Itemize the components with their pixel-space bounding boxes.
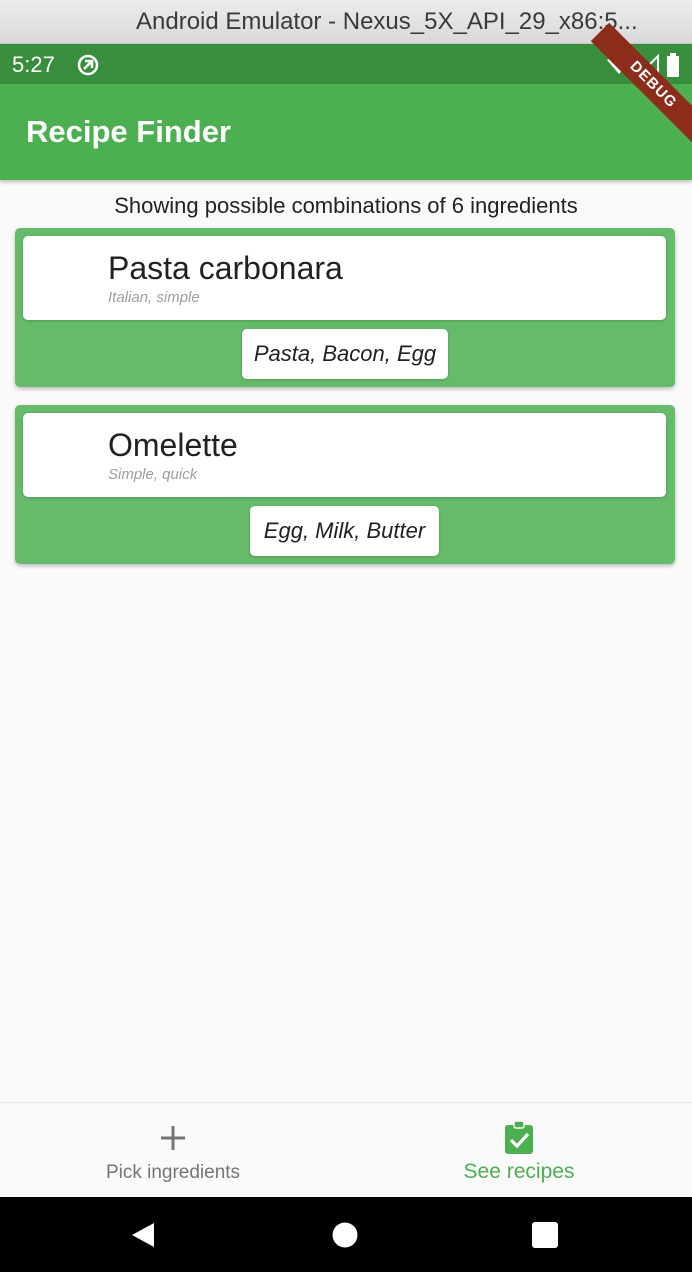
- combinations-summary: Showing possible combinations of 6 ingre…: [114, 193, 578, 218]
- clipboard-check-icon: [505, 1121, 533, 1154]
- status-bar: 5:27: [0, 44, 692, 84]
- nav-see-recipes[interactable]: See recipes: [346, 1103, 692, 1198]
- recipe-header[interactable]: Pasta carbonara Italian, simple: [23, 236, 666, 320]
- recipe-header[interactable]: Omelette Simple, quick: [23, 413, 666, 497]
- back-icon[interactable]: [129, 1221, 157, 1249]
- emulator-title-bar: Android Emulator - Nexus_5X_API_29_x86:5…: [0, 0, 692, 44]
- data-saver-icon: [77, 54, 99, 76]
- recipe-tags: Simple, quick: [108, 466, 198, 483]
- emulator-frame: Android Emulator - Nexus_5X_API_29_x86:5…: [0, 0, 692, 1272]
- recents-icon[interactable]: [531, 1221, 559, 1249]
- recipe-card[interactable]: Pasta carbonara Italian, simple Pasta, B…: [15, 228, 675, 387]
- nav-label: See recipes: [463, 1160, 575, 1183]
- recipe-name: Pasta carbonara: [108, 250, 343, 286]
- recipe-ingredients-chip: Egg, Milk, Butter: [250, 506, 439, 556]
- status-time: 5:27: [12, 52, 55, 77]
- recipe-ingredients-chip: Pasta, Bacon, Egg: [242, 329, 448, 379]
- add-icon: [161, 1126, 185, 1150]
- home-icon[interactable]: [331, 1221, 359, 1249]
- app-title: Recipe Finder: [26, 114, 231, 149]
- emulator-window-title: Android Emulator - Nexus_5X_API_29_x86:5…: [136, 8, 638, 35]
- battery-icon: [667, 53, 679, 77]
- system-navigation-bar: [0, 1197, 692, 1272]
- recipe-tags: Italian, simple: [108, 289, 200, 306]
- nav-pick-ingredients[interactable]: Pick ingredients: [0, 1103, 346, 1198]
- nav-label: Pick ingredients: [105, 1162, 241, 1183]
- recipe-name: Omelette: [108, 427, 238, 463]
- recipe-card[interactable]: Omelette Simple, quick Egg, Milk, Butter: [15, 405, 675, 564]
- app-bar: Recipe Finder: [0, 84, 692, 180]
- bottom-navigation: Pick ingredients See recipes: [0, 1102, 692, 1197]
